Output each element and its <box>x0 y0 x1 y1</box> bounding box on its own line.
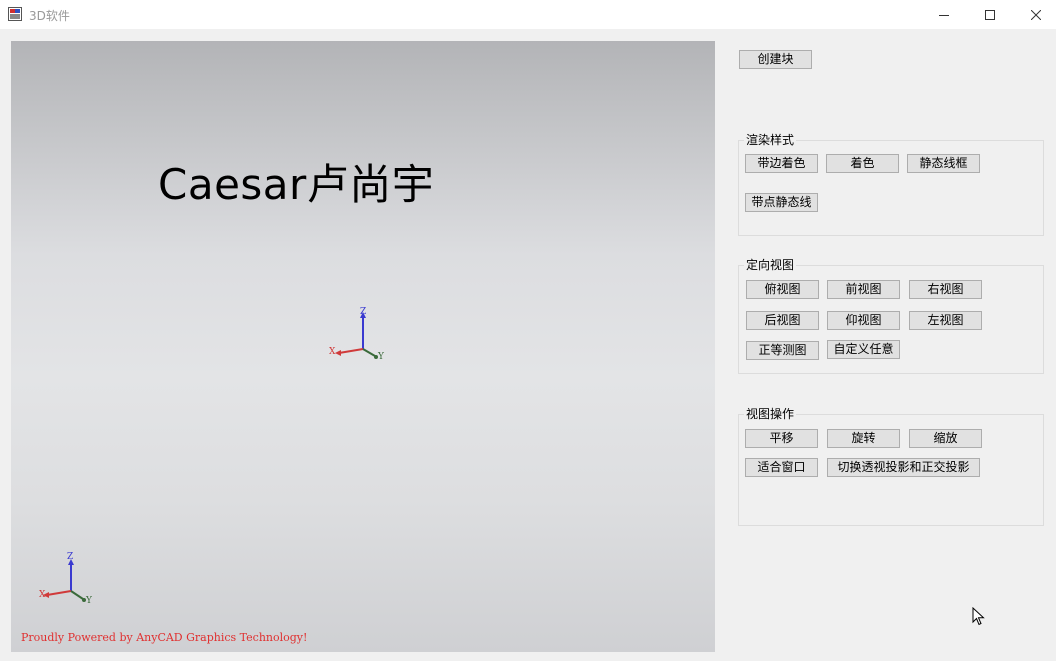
viewport-overlay-text: Caesar卢尚宇 <box>158 160 435 209</box>
create-block-button[interactable]: 创建块 <box>739 50 812 69</box>
toggle-projection-button[interactable]: 切换透视投影和正交投影 <box>827 458 980 477</box>
axis-label-z: Z <box>360 307 366 317</box>
zoom-button[interactable]: 缩放 <box>909 429 982 448</box>
fit-window-button[interactable]: 适合窗口 <box>745 458 818 477</box>
shaded-with-edges-button[interactable]: 带边着色 <box>745 154 818 173</box>
close-icon <box>1031 9 1041 20</box>
axis-label-x: X <box>329 347 336 357</box>
maximize-button[interactable] <box>967 0 1013 29</box>
corner-axes-gizmo: Z X Y <box>39 552 93 606</box>
window-title: 3D软件 <box>29 9 70 23</box>
corner-axis-label-z: Z <box>67 552 73 562</box>
minimize-icon <box>939 14 949 16</box>
rotate-button[interactable]: 旋转 <box>827 429 900 448</box>
isometric-view-button[interactable]: 正等测图 <box>746 341 819 360</box>
maximize-icon <box>985 9 995 20</box>
pan-button[interactable]: 平移 <box>745 429 818 448</box>
left-view-button[interactable]: 左视图 <box>909 311 982 330</box>
view-operations-title: 视图操作 <box>744 406 797 422</box>
front-view-button[interactable]: 前视图 <box>827 280 900 299</box>
title-bar: 3D软件 <box>0 0 1056 29</box>
corner-axis-label-y: Y <box>85 596 93 606</box>
center-axes-gizmo: Z X Y <box>329 307 385 362</box>
minimize-button[interactable] <box>921 0 967 29</box>
right-view-button[interactable]: 右视图 <box>909 280 982 299</box>
bottom-view-button[interactable]: 仰视图 <box>827 311 900 330</box>
shaded-button[interactable]: 着色 <box>826 154 899 173</box>
powered-by-text: Proudly Powered by AnyCAD Graphics Techn… <box>21 631 308 644</box>
static-wireframe-button[interactable]: 静态线框 <box>907 154 980 173</box>
custom-view-button[interactable]: 自定义任意 <box>827 340 900 359</box>
render-style-title: 渲染样式 <box>744 132 797 148</box>
3d-viewport[interactable]: Caesar卢尚宇 Z X Y Z X Y Proudly Powered by… <box>11 41 715 652</box>
close-button[interactable] <box>1013 0 1056 29</box>
axis-label-y: Y <box>377 352 385 362</box>
top-view-button[interactable]: 俯视图 <box>746 280 819 299</box>
view-orientation-title: 定向视图 <box>744 257 797 273</box>
mouse-cursor-icon <box>972 607 985 626</box>
app-icon <box>8 7 22 21</box>
corner-axis-label-x: X <box>39 590 46 600</box>
dotted-static-line-button[interactable]: 带点静态线 <box>745 193 818 212</box>
back-view-button[interactable]: 后视图 <box>746 311 819 330</box>
